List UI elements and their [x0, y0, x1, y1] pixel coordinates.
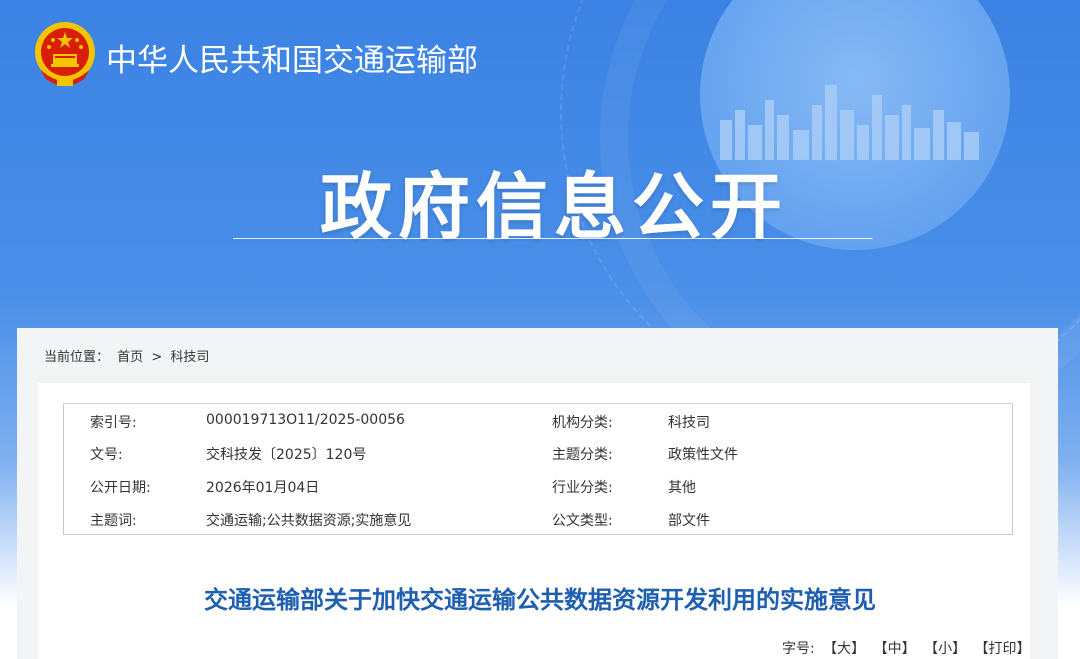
- metadata-label: 文号:: [90, 447, 123, 463]
- print-button[interactable]: 【打印】: [975, 641, 1031, 657]
- metadata-row: 文号: 交科技发〔2025〕120号 主题分类: 政策性文件: [64, 436, 1012, 468]
- metadata-label: 主题词:: [90, 513, 137, 529]
- metadata-row: 索引号: 000019713O11/2025-00056 机构分类: 科技司: [64, 404, 1012, 436]
- metadata-value: 部文件: [668, 513, 710, 529]
- breadcrumb: 当前位置： 首页 > 科技司: [44, 346, 213, 365]
- title-divider: [233, 238, 873, 239]
- metadata-row: 公开日期: 2026年01月04日 行业分类: 其他: [64, 469, 1012, 501]
- national-emblem-icon: [35, 22, 95, 86]
- metadata-value: 交通运输;公共数据资源;实施意见: [206, 513, 412, 529]
- breadcrumb-prefix: 当前位置：: [44, 350, 110, 365]
- breadcrumb-home-link[interactable]: 首页: [117, 350, 143, 365]
- metadata-label: 主题分类:: [552, 447, 613, 463]
- metadata-label: 机构分类:: [552, 415, 613, 431]
- metadata-label: 行业分类:: [552, 480, 613, 496]
- metadata-label: 公文类型:: [552, 513, 613, 529]
- font-medium-button[interactable]: 【中】: [874, 641, 916, 657]
- metadata-value: 科技司: [668, 415, 710, 431]
- breadcrumb-separator: >: [151, 350, 163, 365]
- font-size-label: 字号:: [782, 641, 815, 657]
- metadata-value: 交科技发〔2025〕120号: [206, 447, 367, 463]
- metadata-label: 公开日期:: [90, 480, 151, 496]
- metadata-value: 其他: [668, 480, 696, 496]
- ministry-name[interactable]: 中华人民共和国交通运输部: [106, 35, 478, 80]
- metadata-row: 主题词: 交通运输;公共数据资源;实施意见 公文类型: 部文件: [64, 502, 1012, 534]
- font-size-controls: 字号: 【大】 【中】 【小】 【打印】: [782, 638, 1035, 658]
- metadata-value: 000019713O11/2025-00056: [206, 412, 405, 428]
- font-large-button[interactable]: 【大】: [823, 641, 865, 657]
- metadata-label: 索引号:: [90, 415, 137, 431]
- font-small-button[interactable]: 【小】: [924, 641, 966, 657]
- document-title: 交通运输部关于加快交通运输公共数据资源开发利用的实施意见: [204, 586, 876, 614]
- breadcrumb-current-link[interactable]: 科技司: [170, 350, 209, 365]
- metadata-value: 2026年01月04日: [206, 480, 320, 496]
- metadata-table: 索引号: 000019713O11/2025-00056 机构分类: 科技司 文…: [63, 403, 1013, 535]
- metadata-value: 政策性文件: [668, 447, 738, 463]
